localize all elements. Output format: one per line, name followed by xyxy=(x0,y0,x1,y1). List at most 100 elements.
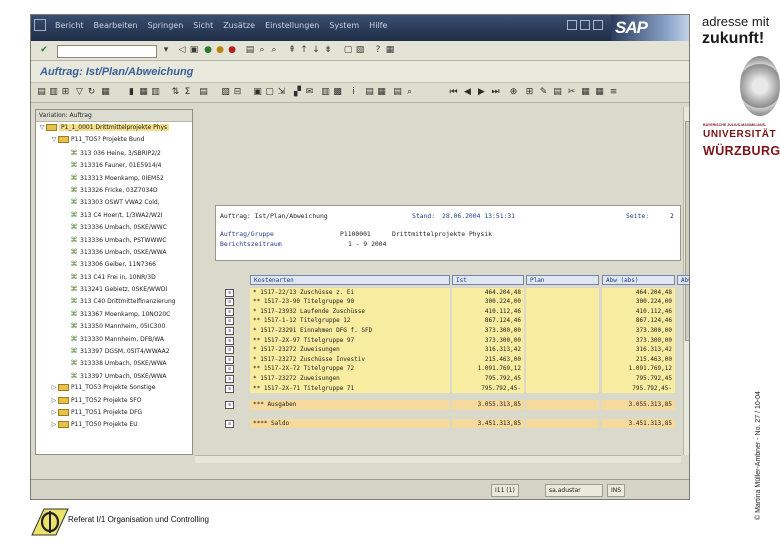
last-icon[interactable]: ⏭ xyxy=(491,86,500,98)
prev-page-icon[interactable]: ↑ xyxy=(299,45,309,56)
drilldown-icon[interactable]: ▧ xyxy=(221,86,230,98)
total-row[interactable]: ≡ *** Ausgaben 3.055.313,85 3.055.313,85 xyxy=(217,400,681,410)
minimize-icon[interactable] xyxy=(567,20,577,30)
tree-node[interactable]: ⌘ 313241 Gebietz, 0SKE/WWDI xyxy=(36,283,192,295)
total-row[interactable]: ≡ **** Saldo 3.451.313,85 3.451.313,85 xyxy=(217,418,681,429)
tree-node[interactable]: ⌘ 313 036 Heine, 3/SBRIP2/2 xyxy=(36,147,192,159)
dropdown-icon[interactable]: ▾ xyxy=(161,45,171,56)
tree-node[interactable]: ⌘ 313 C41 Frei in, 10NR/3D xyxy=(36,271,192,283)
drilldown-row-icon[interactable]: ≡ xyxy=(225,384,234,393)
copy-icon[interactable]: ▣ xyxy=(253,86,262,98)
tree-node[interactable]: ⌘ 313336 Umbach, PSTWWWC xyxy=(36,234,192,246)
menu-item-sicht[interactable]: Sicht xyxy=(193,21,213,30)
tree-node[interactable]: ⌘ 313 C40 Drittmittelfinanzierung xyxy=(36,295,192,307)
expanded-triangle-icon[interactable]: ▽ xyxy=(50,134,58,146)
tree-node[interactable]: ⌘ 313350 Mannheim, 05IC300 xyxy=(36,320,192,332)
hierarchy-icon[interactable]: ⊟ xyxy=(233,86,242,98)
tree-node[interactable]: ⌘ 313336 Umbach, 0SKE/WWC xyxy=(36,221,192,233)
tree-node[interactable]: ⌘ 313338 Umbach, 0SKE/WWA xyxy=(36,357,192,369)
save-icon[interactable]: ▣ xyxy=(189,45,199,56)
menu-item-system[interactable]: System xyxy=(329,21,359,30)
tree-node[interactable]: ⌘ 313313 Moenkamp, 0IEM52 xyxy=(36,172,192,184)
lock-icon[interactable]: ▩ xyxy=(333,86,342,98)
maximize-icon[interactable] xyxy=(580,20,590,30)
close-icon[interactable] xyxy=(593,20,603,30)
grid-icon-2[interactable]: ▦ xyxy=(595,86,604,98)
note-icon[interactable]: ▤ xyxy=(365,86,374,98)
tool-icon[interactable]: ✂ xyxy=(567,86,576,98)
tree-node[interactable]: ⌘ 313 C4 Hoer/t, 1/3WA2/W2I xyxy=(36,209,192,221)
extract-icon[interactable]: ▥ xyxy=(321,86,330,98)
drilldown-row-icon[interactable]: ≡ xyxy=(225,365,234,374)
drilldown-row-icon[interactable]: ≡ xyxy=(225,298,234,307)
next-page-icon[interactable]: ↓ xyxy=(311,45,321,56)
tree-node[interactable]: ▷ P11_TO53 Projekte Sonstige xyxy=(36,382,192,394)
report-icon[interactable]: ▤ xyxy=(199,86,208,98)
tree-node[interactable]: ⌘ 313303 OSWT VWA2 Cold, xyxy=(36,196,192,208)
last-page-icon[interactable]: ⇟ xyxy=(323,45,333,56)
table-row[interactable]: ≡ ** 1517-23-90 Titelgruppe 90 300.224,00 3… xyxy=(217,297,681,307)
drilldown-row-icon[interactable]: ≡ xyxy=(225,336,234,345)
shortcut-icon[interactable]: ▧ xyxy=(355,45,365,56)
graphic-icon[interactable]: ▞ xyxy=(293,86,302,98)
drilldown-row-icon[interactable]: ≡ xyxy=(225,346,234,355)
table-row[interactable]: ≡ * 1517-23932 Laufende Zuschüsse 410.112,… xyxy=(217,306,681,317)
window-menu-icon[interactable] xyxy=(34,19,46,31)
layout-icon[interactable]: ▦ xyxy=(385,45,395,56)
command-field[interactable] xyxy=(57,45,157,58)
tree-node[interactable]: ▷ P11_TO52 Projekte SFO xyxy=(36,395,192,407)
col-abw[interactable]: Abw xyxy=(677,275,689,285)
layout-icon-2[interactable]: ▦ xyxy=(377,86,386,98)
print-icon[interactable]: ▤ xyxy=(245,45,255,56)
menu-item-hilfe[interactable]: Hilfe xyxy=(369,21,387,30)
drilldown-row-icon[interactable]: ≡ xyxy=(225,288,234,297)
scroll-thumb[interactable] xyxy=(685,121,689,341)
tree-node[interactable]: ⌘ 313330 Mannheim, DFB/WA xyxy=(36,333,192,345)
edit-icon[interactable]: ✎ xyxy=(539,86,548,98)
table-row[interactable]: ≡ * 1517-23272 Zuweisungen 795.792,45 795.7… xyxy=(217,373,681,384)
table-row[interactable]: ≡ ** 1517-2X-72 Titelgruppe 72 1.091.769,1… xyxy=(217,364,681,374)
table-row[interactable]: ≡ * 1517-23272 Zuschüsse Investiv 215.463,… xyxy=(217,354,681,365)
tree-node[interactable]: ▽ P11_TO5? Projekte Bund xyxy=(36,134,192,146)
col-plan[interactable]: Plan xyxy=(526,275,599,285)
table-row[interactable]: ≡ ** 1517-2X-71 Titelgruppe 71 795.792,45-… xyxy=(217,383,681,394)
expand-icon[interactable]: ▤ xyxy=(37,86,46,98)
table-icon[interactable]: ▦ xyxy=(139,86,148,98)
find-next-icon[interactable]: ⌕ xyxy=(269,45,279,56)
variant-icon[interactable]: ▢ xyxy=(265,86,274,98)
tree-node[interactable]: ⌘ 313316 Fauner, 01E5914/4 xyxy=(36,159,192,171)
grid-icon[interactable]: ▦ xyxy=(581,86,590,98)
drilldown-row-icon[interactable]: ≡ xyxy=(225,419,234,428)
menu-item-springen[interactable]: Springen xyxy=(147,21,183,30)
menu-item-bearbeiten[interactable]: Bearbeiten xyxy=(94,21,138,30)
table-row[interactable]: ≡ * 1517-22/13 Zuschüsse z. Ei 464.204,48 4… xyxy=(217,287,681,298)
collapsed-triangle-icon[interactable]: ▷ xyxy=(50,419,58,431)
settings-icon[interactable]: ▦ xyxy=(101,86,110,98)
tree-node[interactable]: ⌘ 313336 Umbach, 0SKE/WWA xyxy=(36,246,192,258)
tree-node[interactable]: ▽ P1_1_0001 Drittmittelprojekte Phys xyxy=(36,122,192,134)
drilldown-row-icon[interactable]: ≡ xyxy=(225,326,234,335)
menu-item-zusaetze[interactable]: Zusätze xyxy=(223,21,255,30)
tree-node[interactable]: ⌘ 313367 Moenkamp, 10NO20C xyxy=(36,308,192,320)
drilldown-row-icon[interactable]: ≡ xyxy=(225,374,234,383)
table-row[interactable]: ≡ * 1517-23272 Zuweisungen 316.313,42 316.3… xyxy=(217,345,681,355)
chart-icon[interactable]: ▮ xyxy=(127,86,136,98)
tree-node[interactable]: ⌘ 313326 Fricke, 03Z7034D xyxy=(36,184,192,196)
table-row[interactable]: ≡ ** 1517-1-12 Titelgruppe 12 867.124,46 86… xyxy=(217,316,681,326)
tree-node[interactable]: ⌘ 313397 DGSM, 0SIT4/WWAA2 xyxy=(36,345,192,357)
filter-icon[interactable]: ▽ xyxy=(75,86,84,98)
drilldown-row-icon[interactable]: ≡ xyxy=(225,355,234,364)
collapsed-triangle-icon[interactable]: ▷ xyxy=(50,407,58,419)
col-abw-abs[interactable]: Abw (abs) xyxy=(602,275,675,285)
table-row[interactable]: ≡ ** 1517-2X-97 Titelgruppe 97 373.300,00 3… xyxy=(217,335,681,346)
columns-icon[interactable]: ▥ xyxy=(151,86,160,98)
tree-node[interactable]: ⌘ 313397 Umbach, 0SKE/WWA xyxy=(36,370,192,382)
next-icon[interactable]: ▶ xyxy=(477,86,486,98)
fix-icon[interactable]: ⊞ xyxy=(525,86,534,98)
first-page-icon[interactable]: ⇞ xyxy=(287,45,297,56)
info-icon[interactable]: i xyxy=(349,86,358,98)
refresh-icon[interactable]: ↻ xyxy=(87,86,96,98)
back-triangle-icon[interactable]: ◁ xyxy=(177,45,187,56)
collapsed-triangle-icon[interactable]: ▷ xyxy=(50,382,58,394)
col-kostenarten[interactable]: Kostenarten xyxy=(250,275,450,285)
